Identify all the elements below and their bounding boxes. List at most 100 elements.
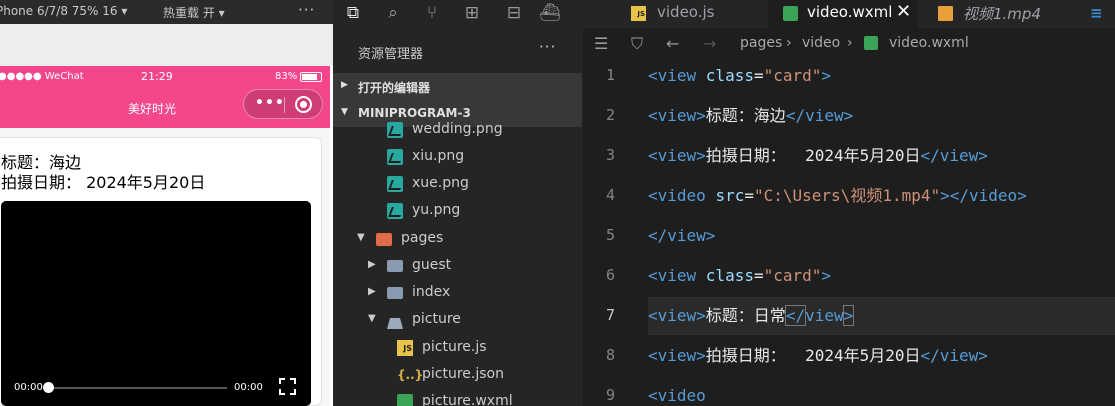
- status-time: 21:29: [141, 70, 173, 83]
- chevron-down-icon: ▼: [357, 232, 365, 243]
- code-token: "card": [763, 266, 822, 285]
- fullscreen-icon[interactable]: [279, 378, 296, 395]
- wxml-file-icon: [397, 394, 413, 406]
- activity-bar: ⧉ ⌕ ⑂ ⊞ ⊟ ⛴: [333, 0, 583, 30]
- file-tree-item[interactable]: ▼ picture: [333, 307, 582, 334]
- file-tree-item[interactable]: wedding.png: [333, 117, 582, 144]
- copy-icon[interactable]: ⧉: [342, 2, 364, 24]
- code-token: </view>: [920, 146, 988, 165]
- file-tree-label: wedding.png: [412, 121, 503, 137]
- wxml-file-icon: [783, 6, 798, 21]
- code-token: class: [705, 66, 754, 85]
- explorer-more-button[interactable]: ···: [539, 38, 556, 56]
- file-tree-item[interactable]: ▶ guest: [333, 253, 582, 280]
- code-token: <view>: [648, 346, 706, 365]
- file-tree-item[interactable]: yu.png: [333, 198, 582, 225]
- breadcrumb-item[interactable]: video: [802, 35, 840, 51]
- battery-percent: 83%: [275, 71, 298, 82]
- battery-icon: [300, 72, 322, 82]
- json-file-icon: {..}: [397, 368, 424, 382]
- code-token: =: [744, 186, 754, 205]
- code-token: <view: [648, 66, 706, 85]
- line-number: 3: [605, 146, 615, 164]
- code-token: </view>: [785, 106, 854, 125]
- file-tree-label: guest: [412, 257, 452, 273]
- code-line[interactable]: <view>标题：日常</view>: [648, 298, 855, 334]
- js-file-icon: JS: [397, 340, 413, 356]
- more-tabs-icon[interactable]: ≡: [1090, 4, 1103, 22]
- code-token: src: [715, 186, 745, 205]
- code-line[interactable]: <view>拍摄日期： 2024年5月20日</view>: [648, 338, 988, 374]
- line-number: 2: [605, 106, 615, 124]
- simulator-toolbar: Phone 6/7/8 75% 16 ▾ 热重载 开 ▾ ···: [0, 0, 333, 24]
- file-tree-item[interactable]: ▶ index: [333, 280, 582, 307]
- file-tree-item[interactable]: ▼ pages: [333, 226, 582, 253]
- bookmark-icon[interactable]: ⛉: [631, 34, 643, 54]
- file-tree-item[interactable]: xiu.png: [333, 144, 582, 171]
- folder-icon: [387, 260, 403, 272]
- hotreload-toggle[interactable]: 热重载 开 ▾: [163, 4, 225, 21]
- extensions-icon[interactable]: ⊞: [461, 2, 483, 24]
- search-icon[interactable]: ⌕: [382, 2, 404, 24]
- breadcrumb-item[interactable]: pages: [740, 35, 782, 51]
- simulator-more-button[interactable]: ···: [298, 1, 315, 19]
- remote-icon[interactable]: ⊟: [503, 2, 525, 24]
- capsule-more-button[interactable]: •••: [255, 95, 285, 111]
- device-select[interactable]: Phone 6/7/8 75% 16 ▾: [0, 4, 127, 18]
- docker-icon[interactable]: ⛴: [539, 2, 561, 24]
- source-control-icon[interactable]: ⑂: [421, 2, 443, 24]
- file-tree-label: pages: [401, 230, 444, 246]
- file-tree-item[interactable]: JS picture.js: [333, 335, 582, 362]
- list-icon[interactable]: ☰: [594, 34, 608, 53]
- code-line[interactable]: </view>: [648, 218, 715, 254]
- forward-arrow-icon[interactable]: →: [703, 34, 716, 53]
- line-number: 9: [605, 386, 615, 404]
- code-line[interactable]: <view class="card">: [648, 258, 831, 294]
- code-line[interactable]: <view>拍摄日期： 2024年5月20日</view>: [648, 138, 988, 174]
- code-token: <view>: [648, 306, 706, 325]
- video-progress-knob[interactable]: [43, 382, 54, 393]
- code-line[interactable]: <view>标题：海边</view>: [648, 98, 853, 134]
- file-tree-item[interactable]: {..} picture.json: [333, 362, 582, 389]
- code-token: <view: [648, 266, 706, 285]
- editor-pane: JS video.js video.wxml ✕ 视频1.mp4 ≡ ☰ ⛉ ←…: [583, 0, 1115, 406]
- file-tree-item[interactable]: xue.png: [333, 171, 582, 198]
- file-tree-label: picture: [412, 311, 461, 327]
- chevron-right-icon: ▶: [368, 286, 376, 297]
- file-tree-label: picture.js: [422, 339, 487, 355]
- chevron-right-icon: ▶: [368, 259, 376, 270]
- close-icon[interactable]: ✕: [896, 1, 911, 22]
- tab-video-mp4[interactable]: 视频1.mp4: [928, 0, 1073, 28]
- tab-video-js[interactable]: JS video.js: [623, 0, 748, 28]
- video-player[interactable]: 00:00 00:00: [1, 201, 311, 406]
- line-number: 1: [605, 66, 615, 84]
- code-token: 标题：海边: [705, 106, 786, 125]
- breadcrumb-item[interactable]: video.wxml: [889, 35, 969, 51]
- code-token: <video: [648, 386, 706, 405]
- tab-video-wxml[interactable]: video.wxml ✕: [768, 0, 918, 28]
- code-line[interactable]: <video src="C:\Users\视频1.mp4"></video>: [648, 178, 1027, 214]
- code-line[interactable]: <video: [648, 378, 706, 406]
- file-tree-item[interactable]: picture.wxml: [333, 389, 582, 406]
- capsule-divider: [284, 97, 285, 113]
- line-number: 4: [605, 186, 615, 204]
- breadcrumb-separator: ›: [786, 35, 792, 51]
- video-progress-track[interactable]: [47, 387, 227, 389]
- code-token: <video: [648, 186, 716, 205]
- code-token: 拍摄日期： 2024年5月20日: [705, 346, 921, 365]
- code-token: view: [805, 306, 844, 325]
- chevron-down-icon: ▼: [341, 107, 348, 117]
- code-line[interactable]: <view class="card">: [648, 58, 831, 94]
- page-title: 美好时光: [128, 102, 177, 116]
- code-token: </: [784, 305, 807, 326]
- video-file-icon: [938, 6, 953, 21]
- code-token: </view>: [920, 346, 988, 365]
- chevron-down-icon: ▼: [368, 313, 376, 324]
- js-file-icon: JS: [631, 6, 646, 21]
- code-token: 标题：日常: [705, 306, 786, 325]
- capsule-close-icon[interactable]: [295, 96, 312, 113]
- file-tree-label: picture.wxml: [422, 393, 513, 406]
- wxml-file-icon: [864, 36, 878, 50]
- open-editors-section[interactable]: ▶ 打开的编辑器: [333, 73, 582, 100]
- back-arrow-icon[interactable]: ←: [666, 34, 679, 53]
